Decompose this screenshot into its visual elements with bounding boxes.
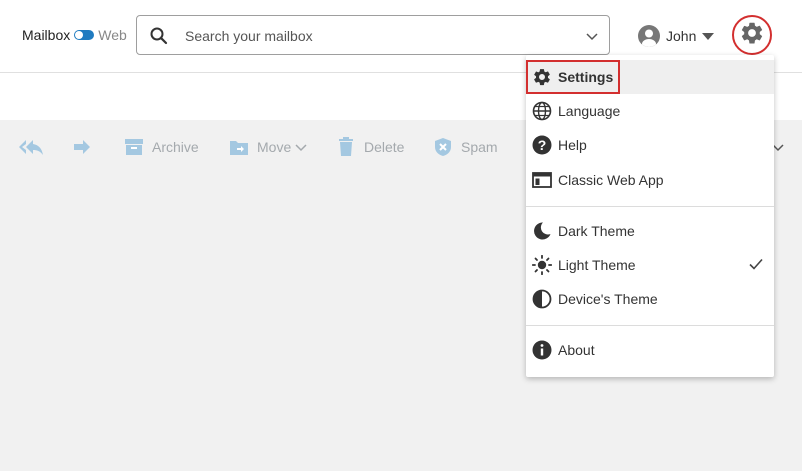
mailbox-label: Mailbox	[22, 27, 71, 43]
menu-item-language-label: Language	[558, 103, 621, 119]
shield-icon	[434, 137, 452, 157]
browser-window-icon	[532, 170, 552, 190]
settings-gear-button[interactable]	[732, 15, 772, 55]
menu-item-help[interactable]: ? Help	[526, 128, 774, 162]
menu-item-device-theme[interactable]: Device's Theme	[526, 282, 774, 316]
help-icon: ?	[532, 135, 552, 155]
web-label: Web	[98, 27, 127, 43]
menu-item-help-label: Help	[558, 137, 587, 153]
forward-button[interactable]	[73, 137, 91, 157]
svg-text:?: ?	[538, 137, 547, 153]
menu-item-light-theme[interactable]: Light Theme	[526, 248, 774, 282]
search-icon	[149, 26, 169, 46]
caret-down-icon	[702, 32, 715, 40]
sun-icon	[531, 254, 553, 276]
menu-divider	[526, 325, 774, 326]
menu-item-settings-label: Settings	[558, 69, 614, 85]
menu-item-device-label: Device's Theme	[558, 291, 658, 307]
gear-icon	[739, 20, 765, 51]
avatar	[638, 25, 660, 47]
toggle-switch[interactable]	[74, 30, 95, 40]
menu-item-dark-theme[interactable]: Dark Theme	[526, 214, 774, 248]
checkmark-icon	[748, 256, 764, 272]
archive-button[interactable]: Archive	[124, 137, 199, 157]
menu-divider	[526, 206, 774, 207]
menu-item-light-label: Light Theme	[558, 257, 636, 273]
menu-item-settings[interactable]: Settings	[526, 60, 774, 94]
menu-item-classic-web-app[interactable]: Classic Web App	[526, 163, 774, 197]
menu-item-classic-label: Classic Web App	[558, 172, 664, 188]
spam-button[interactable]: Spam	[434, 137, 498, 157]
archive-icon	[124, 138, 144, 156]
delete-label: Delete	[364, 139, 405, 155]
move-button[interactable]: Move	[229, 137, 307, 157]
globe-icon	[532, 101, 552, 121]
gear-icon	[532, 67, 552, 87]
info-icon	[532, 340, 552, 360]
forward-arrow-icon	[73, 139, 91, 155]
settings-dropdown-menu: Settings Language ? Help Classic Web App…	[526, 55, 774, 377]
reply-all-button[interactable]	[18, 137, 44, 157]
menu-item-about-label: About	[558, 342, 595, 358]
moon-icon	[532, 221, 552, 241]
archive-label: Archive	[152, 139, 199, 155]
spam-label: Spam	[461, 139, 498, 155]
user-name: John	[666, 28, 697, 44]
menu-item-about[interactable]: About	[526, 333, 774, 367]
trash-icon	[338, 137, 354, 157]
search-box[interactable]: Search your mailbox	[136, 15, 610, 55]
search-input[interactable]: Search your mailbox	[185, 28, 313, 44]
chevron-down-icon	[295, 142, 307, 152]
move-label: Move	[257, 139, 292, 155]
menu-item-language[interactable]: Language	[526, 94, 774, 128]
folder-move-icon	[229, 138, 249, 156]
mailbox-web-toggle[interactable]: Mailbox Web	[22, 26, 127, 44]
delete-button[interactable]: Delete	[338, 137, 404, 157]
menu-item-dark-label: Dark Theme	[558, 223, 635, 239]
reply-all-icon	[18, 138, 44, 156]
chevron-down-icon[interactable]	[585, 29, 599, 43]
half-circle-contrast-icon	[532, 289, 552, 309]
user-menu[interactable]: John	[638, 24, 715, 48]
